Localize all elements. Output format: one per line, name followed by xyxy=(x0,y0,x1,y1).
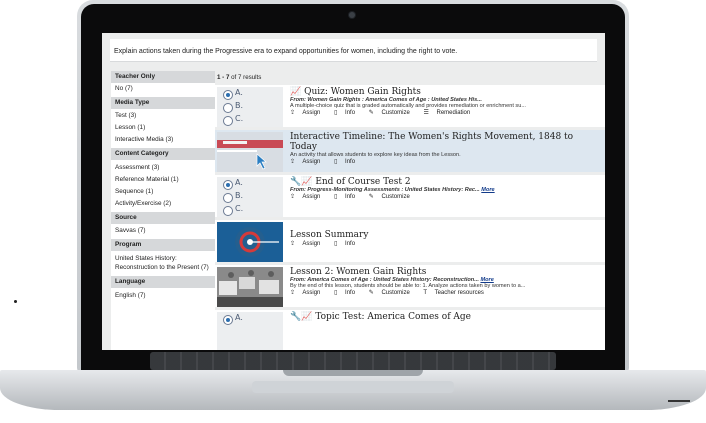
teacher-only-icon: 🔧 xyxy=(290,177,302,187)
chart-icon: 📈 xyxy=(290,87,302,97)
filter-sidebar: Teacher Only No (7) Media Type Test (3) … xyxy=(111,71,215,350)
chart-icon: 📈 xyxy=(301,177,313,187)
assign-button[interactable]: ⇪ Assign xyxy=(290,194,326,200)
radio-icon xyxy=(223,315,233,325)
info-icon: ▯ xyxy=(334,194,338,200)
result-title-link[interactable]: Lesson Summary xyxy=(290,230,595,240)
radio-icon xyxy=(223,90,233,100)
assign-button[interactable]: ⇪ Assign xyxy=(290,159,326,165)
assign-button[interactable]: ⇪ Assign xyxy=(290,110,326,116)
result-title-link[interactable]: Interactive Timeline: The Women's Rights… xyxy=(290,132,595,152)
base-edge xyxy=(668,400,690,402)
results-count: 1 - 7 of 7 results xyxy=(217,74,262,81)
filter-heading-source: Source xyxy=(111,212,215,224)
lesson-photo-thumbnail xyxy=(217,267,283,307)
result-title-link[interactable]: 🔧📈 Topic Test: America Comes of Age xyxy=(290,312,595,322)
filter-heading-media-type: Media Type xyxy=(111,97,215,109)
remediation-icon: ☰ xyxy=(423,110,429,116)
assign-button[interactable]: ⇪ Assign xyxy=(290,241,326,247)
result-row[interactable]: Lesson Summary ⇪ Assign ▯ Info xyxy=(215,220,605,262)
info-icon: ▯ xyxy=(334,159,338,165)
filter-heading-language: Language xyxy=(111,276,215,288)
filter-item-assessment[interactable]: Assessment (3) xyxy=(111,160,215,174)
filter-item-program[interactable]: United States History: Reconstruction to… xyxy=(111,251,215,274)
lesson-summary-thumbnail xyxy=(217,222,283,262)
standard-prompt: Explain actions taken during the Progres… xyxy=(110,39,597,62)
timeline-image xyxy=(217,132,283,172)
trackpad xyxy=(252,381,454,393)
more-link[interactable]: More xyxy=(481,187,494,193)
radio-icon xyxy=(223,193,233,203)
lid-notch xyxy=(283,370,423,376)
result-row[interactable]: Interactive Timeline: The Women's Rights… xyxy=(215,130,605,172)
filter-item-no[interactable]: No (7) xyxy=(111,83,215,95)
customize-button[interactable]: ✎ Customize xyxy=(369,290,416,296)
filter-item-activity-exercise[interactable]: Activity/Exercise (2) xyxy=(111,198,215,210)
info-icon: ▯ xyxy=(334,110,338,116)
customize-icon: ✎ xyxy=(368,194,374,200)
assign-icon: ⇪ xyxy=(290,110,296,116)
radio-icon xyxy=(223,180,233,190)
suffrage-photo xyxy=(217,267,283,307)
remediation-button[interactable]: ☰ Remediation xyxy=(423,110,476,116)
filter-item-savvas[interactable]: Savvas (7) xyxy=(111,224,215,237)
assign-icon: ⇪ xyxy=(290,290,296,296)
customize-button[interactable]: ✎ Customize xyxy=(369,194,416,200)
webcam xyxy=(349,12,355,18)
info-button[interactable]: ▯ Info xyxy=(334,290,361,296)
filter-item-english[interactable]: English (7) xyxy=(111,288,215,302)
info-button[interactable]: ▯ Info xyxy=(334,110,361,116)
filter-item-test[interactable]: Test (3) xyxy=(111,109,215,122)
filter-item-interactive-media[interactable]: Interactive Media (3) xyxy=(111,134,215,146)
filter-item-lesson[interactable]: Lesson (1) xyxy=(111,122,215,134)
result-title-link[interactable]: 📈 Quiz: Women Gain Rights xyxy=(290,87,595,97)
timeline-thumbnail xyxy=(217,132,283,172)
teacher-resources-button[interactable]: T Teacher resources xyxy=(423,290,490,296)
topic-test-thumbnail: A. xyxy=(217,312,283,350)
result-row[interactable]: A. 🔧📈 Topic Test: America Comes of Age xyxy=(215,310,605,350)
assign-icon: ⇪ xyxy=(290,194,296,200)
radio-icon xyxy=(223,206,233,216)
assign-icon: ⇪ xyxy=(290,241,296,247)
radio-icon xyxy=(223,103,233,113)
filter-item-sequence[interactable]: Sequence (1) xyxy=(111,186,215,198)
assign-button[interactable]: ⇪ Assign xyxy=(290,290,326,296)
chart-icon: 📈 xyxy=(301,312,313,322)
radio-icon xyxy=(223,116,233,126)
result-title-link[interactable]: Lesson 2: Women Gain Rights xyxy=(290,267,595,277)
info-button[interactable]: ▯ Info xyxy=(334,159,361,165)
teacher-resources-icon: T xyxy=(423,290,428,296)
info-button[interactable]: ▯ Info xyxy=(334,241,361,247)
result-row[interactable]: Lesson 2: Women Gain Rights From: Americ… xyxy=(215,265,605,307)
result-row[interactable]: A. B. C. 📈 Quiz: Women Gain Rights From:… xyxy=(215,85,605,127)
result-title-link[interactable]: 🔧📈 End of Course Test 2 xyxy=(290,177,595,187)
info-button[interactable]: ▯ Info xyxy=(334,194,361,200)
assign-icon: ⇪ xyxy=(290,159,296,165)
customize-button[interactable]: ✎ Customize xyxy=(369,110,416,116)
customize-icon: ✎ xyxy=(368,110,374,116)
filter-heading-content-category: Content Category xyxy=(111,148,215,160)
filter-item-reference-material[interactable]: Reference Material (1) xyxy=(111,174,215,186)
results-list: 1 - 7 of 7 results A. B. C. 📈 Quiz: Wome… xyxy=(215,71,605,350)
edge-mark xyxy=(14,300,17,303)
filter-heading-program: Program xyxy=(111,239,215,251)
test-thumbnail: A. B. C. xyxy=(217,177,283,217)
info-icon: ▯ xyxy=(334,241,338,247)
info-icon: ▯ xyxy=(334,290,338,296)
result-row[interactable]: A. B. C. 🔧📈 End of Course Test 2 From: P… xyxy=(215,175,605,217)
teacher-only-icon: 🔧 xyxy=(290,312,302,322)
filter-heading-teacher-only: Teacher Only xyxy=(111,71,215,83)
keyboard xyxy=(150,352,556,370)
quiz-thumbnail: A. B. C. xyxy=(217,87,283,127)
customize-icon: ✎ xyxy=(368,290,374,296)
target-image xyxy=(217,222,283,262)
screen: Explain actions taken during the Progres… xyxy=(102,33,605,350)
